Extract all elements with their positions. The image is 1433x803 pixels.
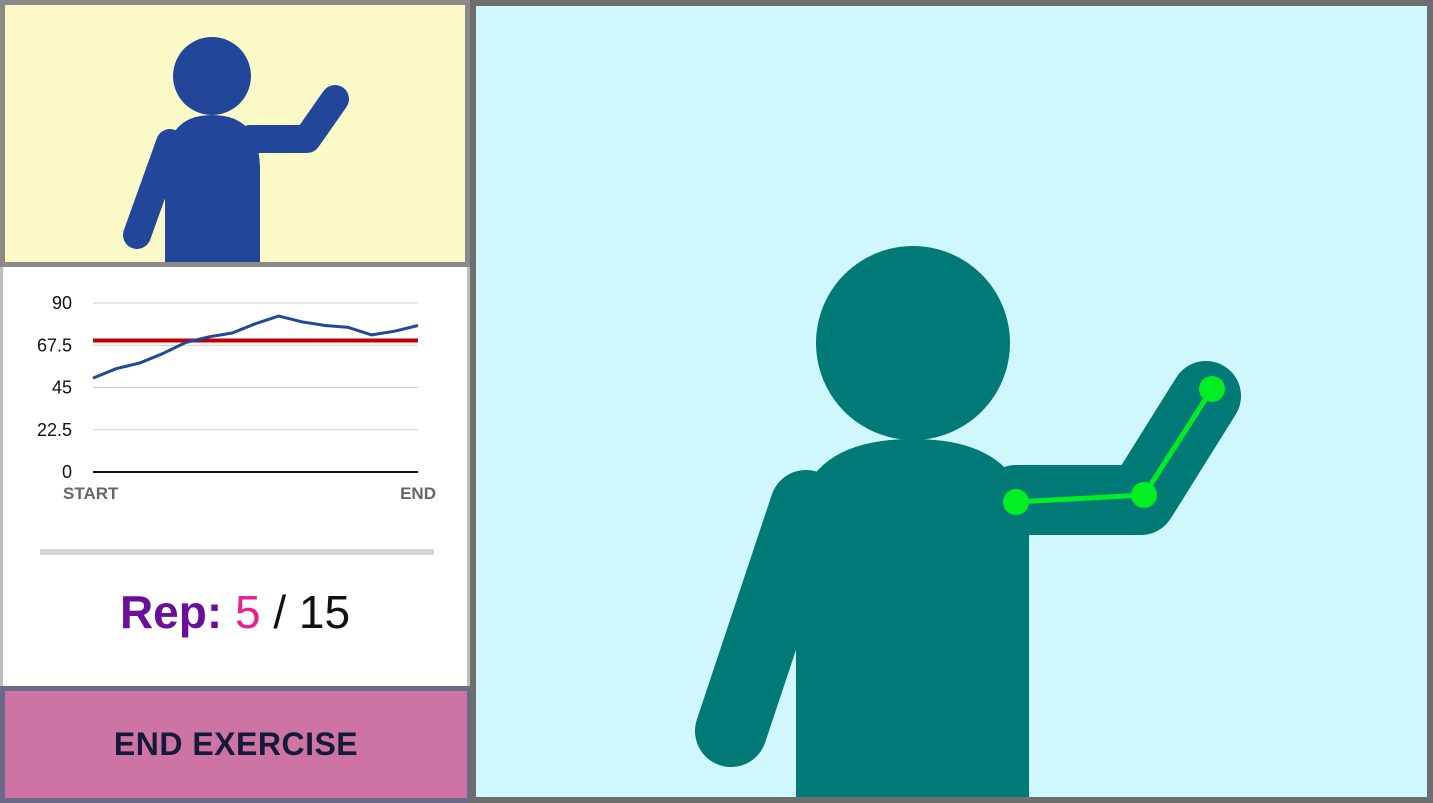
end-exercise-label: END EXERCISE: [113, 726, 359, 762]
angle-chart: 90 67.5 45 22.5 0 START END: [37, 293, 436, 503]
y-tick-label: 45: [52, 378, 72, 398]
person-left-arm: [695, 470, 842, 767]
wrist-keypoint: [1199, 376, 1225, 402]
y-tick-label: 90: [52, 293, 72, 313]
tracked-person-illustration: [695, 246, 1241, 797]
y-tick-label: 67.5: [37, 335, 72, 355]
person-head: [816, 246, 1010, 440]
person-right-arm: [981, 361, 1241, 535]
divider: [40, 549, 434, 555]
elbow-keypoint: [1131, 482, 1157, 508]
end-exercise-button[interactable]: END EXERCISE: [0, 686, 472, 803]
reference-pose-panel: [0, 0, 470, 267]
reference-figure-right-arm: [236, 85, 349, 153]
rep-separator: /: [273, 586, 287, 638]
shoulder-keypoint: [1003, 489, 1029, 515]
x-tick-label: END: [400, 484, 436, 503]
y-tick-label: 0: [62, 462, 72, 482]
rep-total-count: 15: [298, 586, 351, 638]
x-tick-label: START: [63, 484, 119, 503]
y-tick-label: 22.5: [37, 420, 72, 440]
camera-view: [470, 0, 1433, 803]
reference-figure-illustration: [123, 37, 349, 262]
exercise-app: 90 67.5 45 22.5 0 START END Rep: 5 / 15 END …: [0, 0, 1433, 803]
rep-counter: Rep: 5 / 15: [3, 585, 467, 639]
progress-panel: 90 67.5 45 22.5 0 START END Rep: 5 / 15: [0, 267, 470, 687]
reference-figure-head: [173, 37, 251, 115]
series-line: [92, 314, 419, 380]
rep-current-count: 5: [234, 586, 261, 638]
rep-label: Rep:: [119, 586, 223, 638]
